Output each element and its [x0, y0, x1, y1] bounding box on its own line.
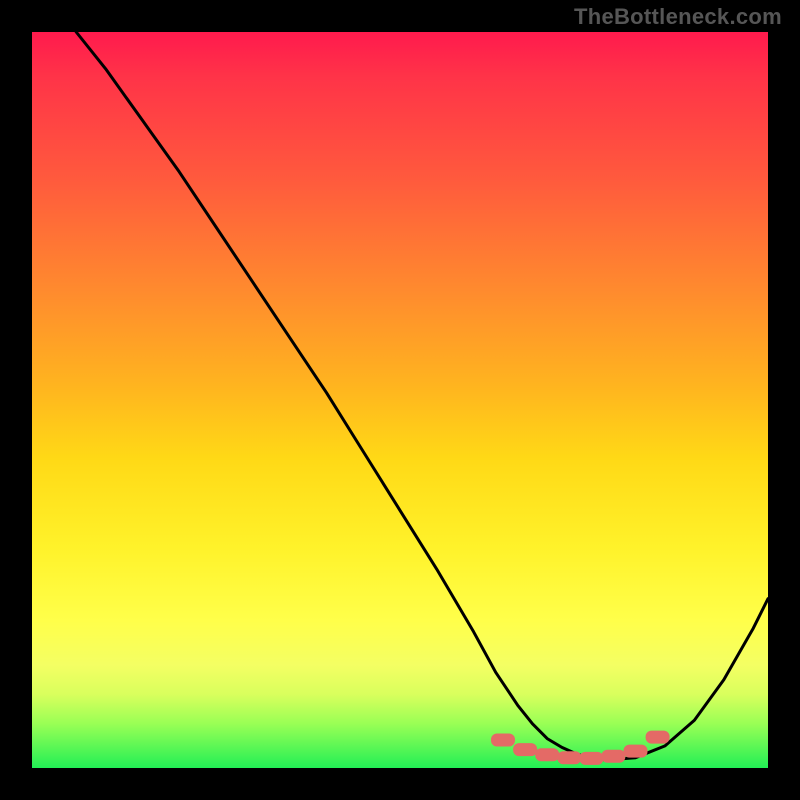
- optimal-range-marker: [513, 743, 537, 756]
- optimal-range-marker: [601, 750, 625, 763]
- chart-frame: TheBottleneck.com: [0, 0, 800, 800]
- optimal-range-marker: [579, 752, 603, 765]
- optimal-range-marker: [624, 745, 648, 758]
- optimal-range-marker: [646, 731, 670, 744]
- bottleneck-curve: [76, 32, 768, 760]
- optimal-range-marker: [557, 751, 581, 764]
- attribution-text: TheBottleneck.com: [574, 4, 782, 30]
- curve-layer: [32, 32, 768, 768]
- optimal-range-marker: [491, 734, 515, 747]
- optimal-range-marker: [535, 748, 559, 761]
- plot-area: [32, 32, 768, 768]
